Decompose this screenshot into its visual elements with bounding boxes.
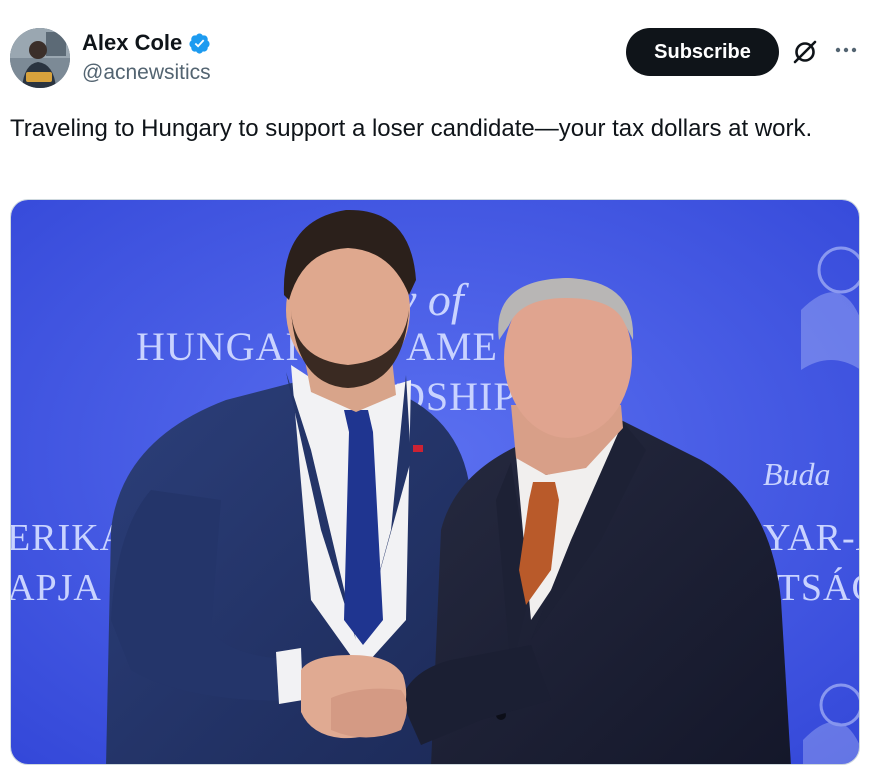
author-name-row[interactable]: Alex Cole [82, 29, 211, 57]
display-name[interactable]: Alex Cole [82, 30, 182, 56]
more-dots-icon[interactable] [832, 36, 860, 64]
handshake [301, 655, 407, 739]
grok-icon[interactable] [791, 38, 819, 66]
avatar[interactable] [10, 28, 70, 88]
verified-badge-icon [189, 32, 210, 54]
author-handle[interactable]: @acnewsitics [82, 61, 211, 85]
backdrop-word-left-2: APJA [11, 567, 102, 609]
backdrop-word-1: HUNGAI [136, 324, 300, 369]
profile-photo-icon [10, 28, 70, 88]
tweet-text: Traveling to Hungary to support a loser … [10, 115, 813, 142]
backdrop-word-1b: AME [406, 324, 498, 369]
backdrop-script-right: Buda [763, 456, 831, 492]
backdrop-word-right-1: YAR-A [763, 517, 860, 559]
tweet-photo[interactable]: y of HUNGAI AME DSHIP ERIKA APJA Buda YA… [10, 199, 860, 765]
photo-illustration: y of HUNGAI AME DSHIP ERIKA APJA Buda YA… [11, 200, 860, 764]
subscribe-button[interactable]: Subscribe [626, 28, 779, 76]
tweet: Alex Cole @acnewsitics Subscribe Traveli… [0, 0, 882, 784]
